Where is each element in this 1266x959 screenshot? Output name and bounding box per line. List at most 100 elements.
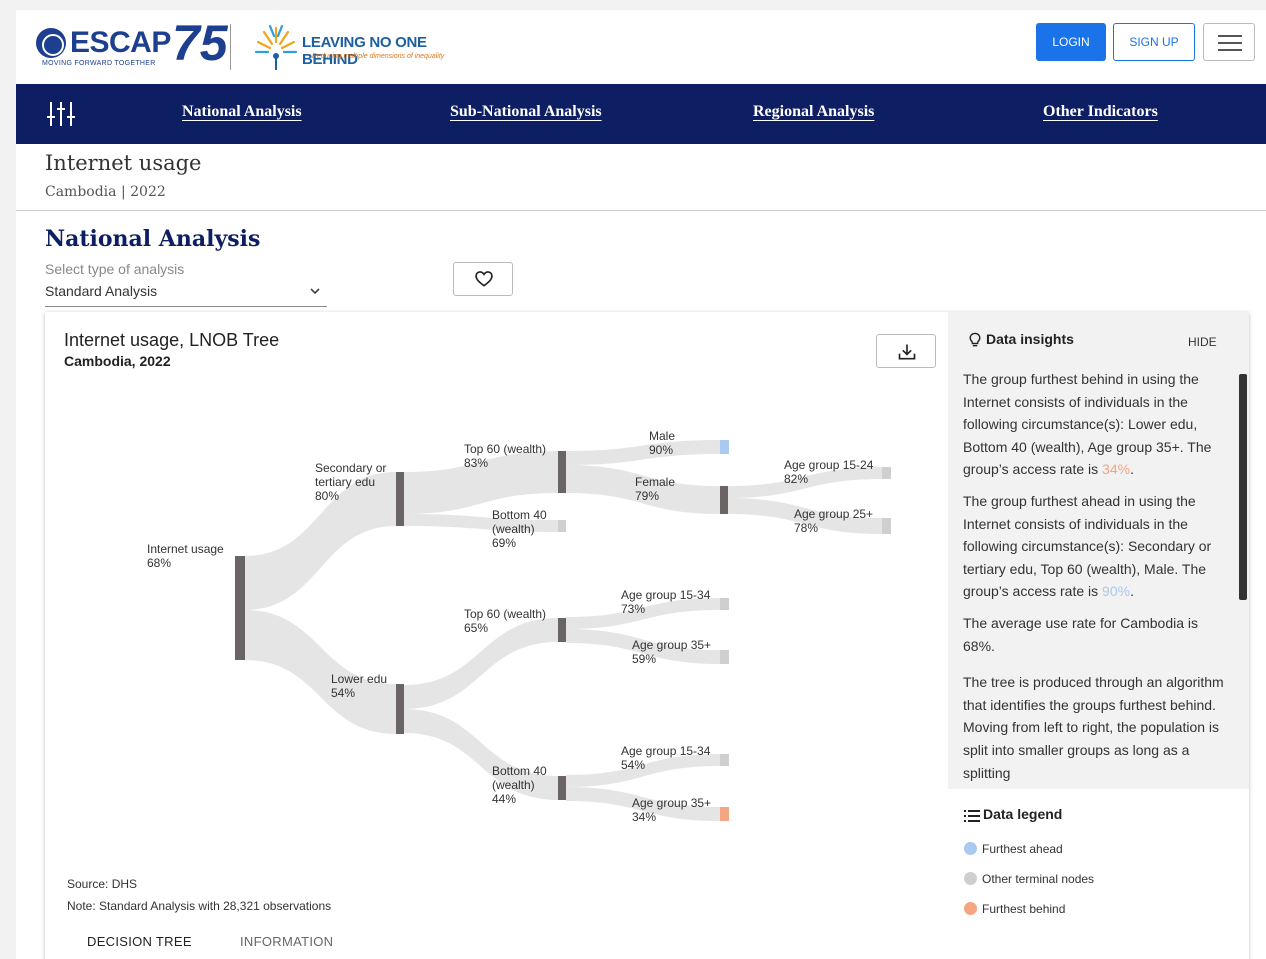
insight-average: The average use rate for Cambodia is 68%… xyxy=(963,614,1199,654)
legend-label: Furthest ahead xyxy=(982,842,1063,856)
insight-furthest-ahead: The group furthest ahead in using the In… xyxy=(963,490,1225,603)
tree-node-male[interactable] xyxy=(720,440,729,454)
tree-node-low_top[interactable] xyxy=(558,618,566,642)
node-label-text: Male xyxy=(649,429,676,443)
legend-swatch xyxy=(964,902,977,915)
tree-node-label: Bottom 40 (wealth) 44% xyxy=(492,764,547,806)
list-icon xyxy=(964,810,980,822)
select-underline xyxy=(45,306,327,307)
node-value: 65% xyxy=(464,621,489,635)
un-emblem-icon xyxy=(36,28,66,58)
node-value: 54% xyxy=(621,758,646,772)
insights-text: The group furthest behind in using the I… xyxy=(963,368,1225,789)
insights-title: Data insights xyxy=(986,331,1074,347)
node-label-text: Female xyxy=(635,475,676,489)
node-value: 34% xyxy=(632,810,657,824)
tree-node-label: Age group 35+ 59% xyxy=(632,638,711,666)
node-value: 54% xyxy=(331,686,356,700)
node-value: 68% xyxy=(147,556,172,570)
chart-card: Internet usage, LNOB Tree Cambodia, 2022… xyxy=(45,312,1249,959)
page-subtitle: Cambodia | 2022 xyxy=(45,184,166,200)
tree-node-label: Age group 35+ 34% xyxy=(632,796,711,824)
node-label-text: Bottom 40 (wealth) xyxy=(492,764,547,792)
node-value: 83% xyxy=(464,456,489,470)
page: ESCAP 75 MOVING FORWARD TOGETHER LEAVING… xyxy=(16,10,1266,959)
node-value: 59% xyxy=(632,652,657,666)
insight-punctuation: . xyxy=(1130,461,1134,478)
node-value: 69% xyxy=(492,536,517,550)
escap-tagline: MOVING FORWARD TOGETHER xyxy=(42,60,156,67)
download-button[interactable] xyxy=(876,334,936,368)
signup-button[interactable]: SIGN UP xyxy=(1113,23,1195,61)
nav-national-analysis[interactable]: National Analysis xyxy=(182,103,302,121)
insights-scrollbar[interactable] xyxy=(1239,374,1247,600)
tab-decision-tree[interactable]: DECISION TREE xyxy=(87,934,192,949)
escap-logo[interactable]: ESCAP 75 MOVING FORWARD TOGETHER xyxy=(34,18,228,72)
login-button[interactable]: LOGIN xyxy=(1036,23,1106,61)
tree-node-low[interactable] xyxy=(396,684,404,734)
sliders-icon[interactable] xyxy=(46,102,76,126)
tree-node-label: Secondary or tertiary edu 80% xyxy=(315,461,386,503)
download-icon xyxy=(898,344,916,360)
node-value: 79% xyxy=(635,489,660,503)
tree-node-low_top_1534[interactable] xyxy=(720,598,729,610)
nav-other-indicators[interactable]: Other Indicators xyxy=(1043,103,1158,121)
tree-node-root[interactable] xyxy=(235,556,245,660)
insight-furthest-behind: The group furthest behind in using the I… xyxy=(963,368,1225,481)
tree-node-f_1524[interactable] xyxy=(882,467,891,479)
legend-item-furthest-behind: Furthest behind xyxy=(964,902,1065,916)
node-label-text: Age group 15-24 xyxy=(784,458,874,472)
node-label-text: Age group 15-34 xyxy=(621,588,711,602)
page-title: Internet usage xyxy=(45,151,202,175)
main-nav: National Analysis Sub-National Analysis … xyxy=(16,84,1266,144)
node-label-text: Top 60 (wealth) xyxy=(464,442,547,456)
lightbulb-icon xyxy=(969,332,981,347)
tree-node-f_25[interactable] xyxy=(882,518,891,534)
top-bar: ESCAP 75 MOVING FORWARD TOGETHER LEAVING… xyxy=(16,10,1266,84)
lnob-tree-icon xyxy=(254,24,298,70)
node-label-text: Lower edu xyxy=(331,672,388,686)
legend-label: Other terminal nodes xyxy=(982,872,1095,886)
tree-node-sec_top[interactable] xyxy=(558,451,566,493)
nav-regional-analysis[interactable]: Regional Analysis xyxy=(753,103,874,121)
escap-wordmark: ESCAP xyxy=(70,26,171,59)
insight-behind-value: 34% xyxy=(1102,461,1131,478)
tree-node-sec[interactable] xyxy=(396,472,404,526)
data-insights-panel: Data insights HIDE The group furthest be… xyxy=(948,312,1249,789)
tree-node-label: Top 60 (wealth) 65% xyxy=(464,607,546,635)
node-value: 82% xyxy=(784,472,809,486)
heart-icon xyxy=(475,271,493,287)
legend-item-furthest-ahead: Furthest ahead xyxy=(964,842,1063,856)
tree-node-label: Lower edu 54% xyxy=(331,672,387,700)
insight-text: The group furthest behind in using the I… xyxy=(963,371,1212,478)
node-value: 90% xyxy=(649,443,674,457)
nav-sub-national-analysis[interactable]: Sub-National Analysis xyxy=(450,103,602,121)
node-label-text: Age group 35+ xyxy=(632,796,712,810)
tree-node-low_top_35[interactable] xyxy=(720,650,729,664)
tree-node-label: Age group 15-24 82% xyxy=(784,458,873,486)
hide-insights-button[interactable]: HIDE xyxy=(1188,335,1217,349)
section-title: National Analysis xyxy=(45,226,261,252)
tree-node-label: Top 60 (wealth) 83% xyxy=(464,442,546,470)
favorite-button[interactable] xyxy=(453,262,513,296)
tree-node-low_bot_1534[interactable] xyxy=(720,754,729,766)
lnob-subtitle: Reducing multiple dimensions of inequali… xyxy=(312,53,445,60)
tab-information[interactable]: INFORMATION xyxy=(240,934,333,949)
tree-node-sec_bot[interactable] xyxy=(558,520,566,532)
chart-title: Internet usage, LNOB Tree xyxy=(64,330,280,350)
node-value: 78% xyxy=(794,521,819,535)
lnob-logo[interactable]: LEAVING NO ONE BEHIND Reducing multiple … xyxy=(248,20,468,76)
tree-node-low_bot_35[interactable] xyxy=(720,807,729,821)
hamburger-icon[interactable] xyxy=(1203,23,1255,61)
tree-node-low_bot[interactable] xyxy=(558,776,566,800)
tree-node-label: Internet usage 68% xyxy=(147,542,224,570)
lnob-tree-chart: Internet usage 68% Secondary or tertiary e… xyxy=(45,372,945,852)
select-value[interactable]: Standard Analysis xyxy=(45,283,157,299)
select-label: Select type of analysis xyxy=(45,261,185,277)
node-label-text: Internet usage xyxy=(147,542,224,556)
tree-node-female[interactable] xyxy=(720,486,728,514)
chevron-down-icon[interactable] xyxy=(308,284,322,298)
tree-node-label: Male 90% xyxy=(649,429,675,457)
node-value: 44% xyxy=(492,792,517,806)
insight-punctuation: . xyxy=(1130,583,1134,600)
